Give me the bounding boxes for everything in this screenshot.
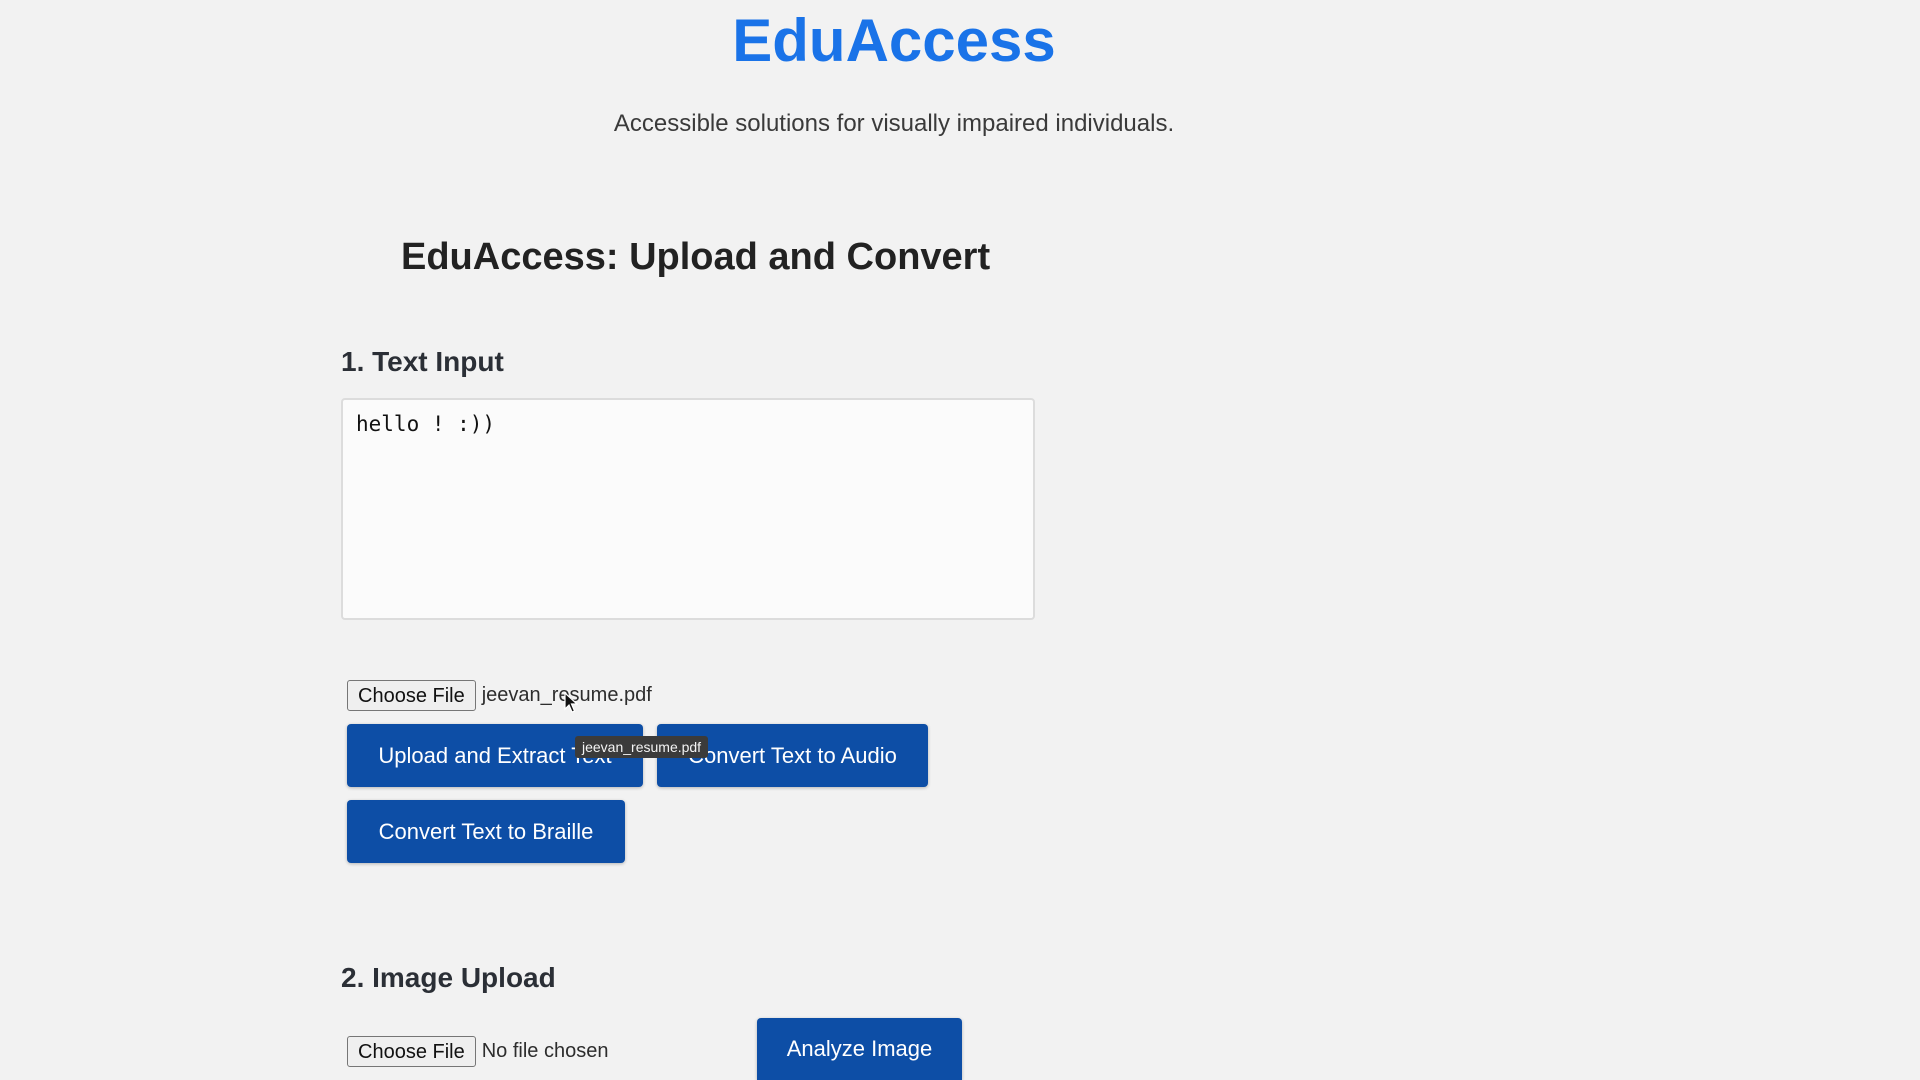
app-title: EduAccess <box>732 7 1056 74</box>
text-input-area[interactable]: hello ! :)) <box>341 398 1035 620</box>
image-upload-heading: 2. Image Upload <box>341 962 556 993</box>
image-file-picker: Choose File No file chosen <box>347 1036 608 1067</box>
arrow-cursor-icon <box>564 692 578 713</box>
app-subtitle: Accessible solutions for visually impair… <box>613 110 1175 137</box>
choose-image-button[interactable]: Choose File <box>347 1036 476 1067</box>
file-name-tooltip: jeevan_resume.pdf <box>575 736 709 758</box>
convert-to-braille-button[interactable]: Convert Text to Braille <box>347 800 625 863</box>
page-title: EduAccess: Upload and Convert <box>401 236 991 278</box>
text-input-heading: 1. Text Input <box>341 346 504 377</box>
document-file-picker: Choose File jeevan_resume.pdf <box>347 680 652 711</box>
image-file-status: No file chosen <box>481 1040 609 1062</box>
page: EduAccess Accessible solutions for visua… <box>0 0 1920 1080</box>
analyze-image-button[interactable]: Analyze Image <box>757 1018 962 1080</box>
choose-file-button[interactable]: Choose File <box>347 680 476 711</box>
